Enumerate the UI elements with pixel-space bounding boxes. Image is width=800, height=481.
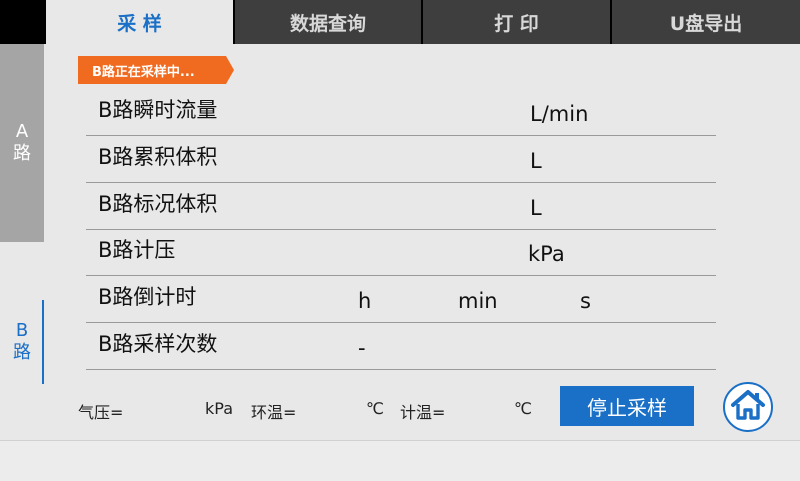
ambient-temp-unit: ℃: [366, 399, 384, 418]
instant-flow-unit: L/min: [530, 102, 589, 126]
countdown-minutes-unit: min: [458, 289, 498, 313]
side-tab-b[interactable]: B 路: [0, 296, 44, 388]
cumulative-volume-label: B路累积体积: [98, 145, 218, 169]
stop-sampling-label: 停止采样: [587, 395, 667, 420]
meter-temp-unit: ℃: [514, 399, 532, 418]
tab-print-label: 打 印: [494, 12, 539, 35]
tab-data-query[interactable]: 数据查询: [233, 0, 421, 44]
home-button[interactable]: [723, 382, 773, 432]
row-sample-count: B路采样次数 -: [86, 324, 716, 370]
stop-sampling-button[interactable]: 停止采样: [560, 386, 694, 426]
row-countdown: B路倒计时 h min s: [86, 277, 716, 323]
status-text: B路正在采样中...: [92, 64, 195, 80]
sample-count-value: -: [358, 336, 366, 360]
countdown-label: B路倒计时: [98, 285, 197, 309]
tab-usb-export[interactable]: U盘导出: [610, 0, 800, 44]
tab-data-query-label: 数据查询: [289, 12, 366, 35]
tab-sampling-label: 采 样: [117, 12, 162, 35]
sample-count-label: B路采样次数: [98, 332, 218, 356]
top-tab-bar: 采 样 数据查询 打 印 U盘导出: [0, 0, 800, 44]
tab-sampling[interactable]: 采 样: [46, 0, 233, 44]
standard-volume-unit: L: [530, 196, 542, 220]
ambient-temp-label: 环温=: [251, 403, 297, 422]
countdown-hours-unit: h: [358, 289, 372, 313]
status-badge: B路正在采样中...: [78, 56, 234, 84]
instant-flow-label: B路瞬时流量: [98, 98, 218, 122]
standard-volume-label: B路标况体积: [98, 192, 218, 216]
tab-print[interactable]: 打 印: [421, 0, 610, 44]
side-tab-a-letter: A: [15, 121, 29, 142]
side-tab-a-char: 路: [13, 143, 31, 164]
row-standard-volume: B路标况体积 L: [86, 184, 716, 230]
row-instant-flow: B路瞬时流量 L/min: [86, 90, 716, 136]
meter-pressure-label: B路计压: [98, 238, 176, 262]
bottom-strip: [0, 440, 800, 481]
side-tab-a[interactable]: A 路: [0, 44, 44, 242]
pressure-unit: kPa: [205, 399, 233, 418]
tab-usb-export-label: U盘导出: [669, 12, 743, 35]
row-cumulative-volume: B路累积体积 L: [86, 137, 716, 183]
cumulative-volume-unit: L: [530, 149, 542, 173]
home-icon: [730, 389, 766, 425]
meter-temp-label: 计温=: [400, 403, 446, 422]
side-tab-b-indicator: [42, 300, 44, 384]
row-meter-pressure: B路计压 kPa: [86, 230, 716, 276]
pressure-label: 气压=: [78, 403, 124, 422]
side-tab-b-char: 路: [13, 342, 31, 363]
meter-pressure-unit: kPa: [528, 242, 565, 266]
countdown-seconds-unit: s: [580, 289, 591, 313]
side-tab-b-letter: B: [15, 320, 29, 341]
